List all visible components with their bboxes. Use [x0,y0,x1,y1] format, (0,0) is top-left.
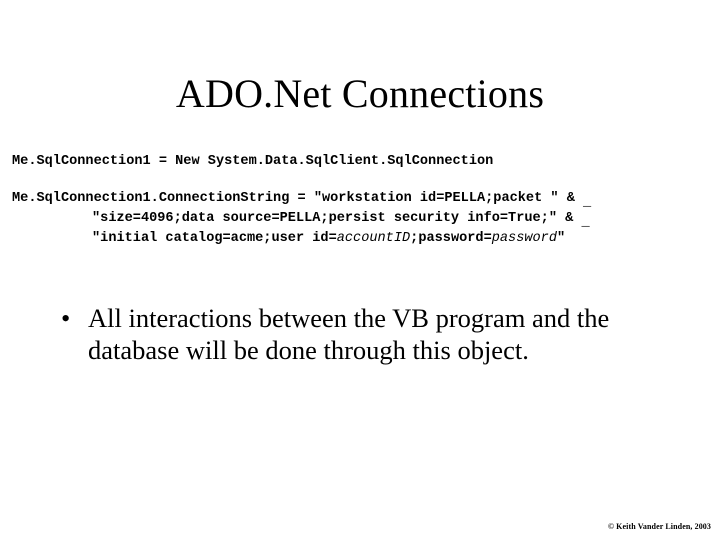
code-text: "initial catalog=acme;user id= [92,231,337,246]
code-line: "initial catalog=acme;user id=accountID;… [12,229,720,249]
slide-canvas: ADO.Net Connections Me.SqlConnection1 = … [0,0,720,540]
code-block: Me.SqlConnection1 = New System.Data.SqlC… [12,152,720,249]
list-item-label: All interactions between the VB program … [88,303,610,365]
code-line: Me.SqlConnection1.ConnectionString = "wo… [12,189,720,210]
code-line: "size=4096;data source=PELLA;persist sec… [12,209,720,230]
bullet-list: • All interactions between the VB program… [60,302,620,366]
line-continuation-underscore: _ [581,215,590,230]
code-text: "size=4096;data source=PELLA;persist sec… [92,211,582,226]
code-placeholder-variable: password [491,231,557,246]
code-text: Me.SqlConnection1.ConnectionString = "wo… [12,191,584,206]
code-text: Me.SqlConnection1 = New System.Data.SqlC… [12,154,494,169]
code-line: Me.SqlConnection1 = New System.Data.SqlC… [12,152,720,172]
line-continuation-underscore: _ [583,195,592,210]
code-placeholder-variable: accountID [336,231,411,246]
footer-copyright: © Keith Vander Linden, 2003 [608,522,711,531]
list-item: • All interactions between the VB program… [60,302,620,366]
page-title: ADO.Net Connections [175,71,545,116]
bullet-point-icon: • [61,303,71,333]
code-text: " [557,231,566,246]
code-text: ;password= [410,231,492,246]
